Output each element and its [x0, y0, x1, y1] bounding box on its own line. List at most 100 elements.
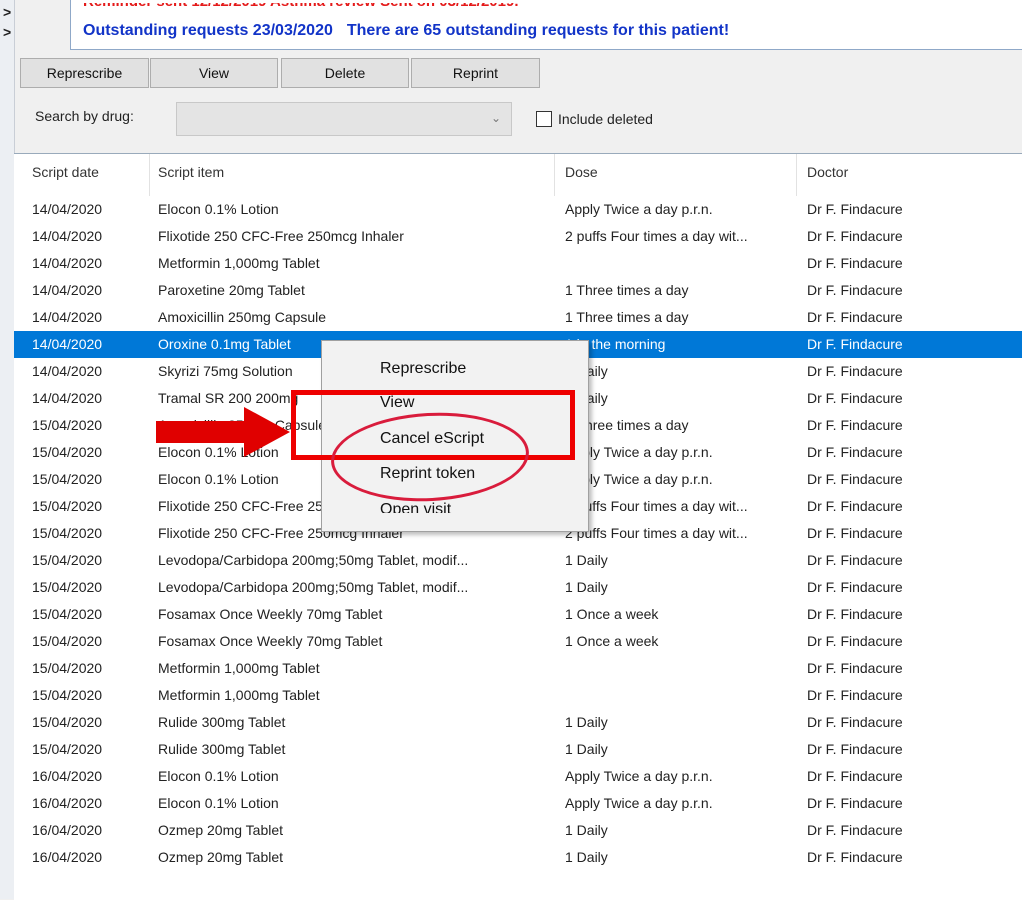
row-dose: 1 Daily	[565, 714, 608, 730]
row-dose: 1 Daily	[565, 822, 608, 838]
column-separator[interactable]	[554, 154, 555, 196]
table-row[interactable]: 14/04/2020 Elocon 0.1% Lotion Apply Twice …	[14, 196, 1022, 223]
outstanding-requests-label: Outstanding requests 23/03/2020	[83, 22, 333, 39]
row-script-date: 15/04/2020	[32, 579, 103, 595]
row-script-item: Metformin 1,000mg Tablet	[158, 687, 320, 703]
reminder-alert-line: Reminder sent 12/12/2019 Asthma review S…	[83, 0, 519, 10]
row-script-date: 15/04/2020	[32, 687, 103, 703]
row-dose: Apply Twice a day p.r.n.	[565, 201, 713, 217]
row-script-item: Skyrizi 75mg Solution	[158, 363, 293, 379]
row-script-date: 14/04/2020	[32, 363, 103, 379]
row-doctor: Dr F. Findacure	[807, 849, 903, 865]
row-script-date: 16/04/2020	[32, 849, 103, 865]
row-doctor: Dr F. Findacure	[807, 282, 903, 298]
table-row[interactable]: 15/04/2020 Fosamax Once Weekly 70mg Table…	[14, 628, 1022, 655]
table-row[interactable]: 15/04/2020 Rulide 300mg Tablet 1 Daily Dr F…	[14, 736, 1022, 763]
menu-item-represcribe[interactable]: Represcribe	[380, 360, 466, 378]
outstanding-requests-alert: Outstanding requests 23/03/2020 There are…	[83, 21, 729, 41]
table-row[interactable]: 14/04/2020 Paroxetine 20mg Tablet 1 Three …	[14, 277, 1022, 304]
row-doctor: Dr F. Findacure	[807, 309, 903, 325]
row-script-date: 15/04/2020	[32, 633, 103, 649]
table-row[interactable]: 16/04/2020 Elocon 0.1% Lotion Apply Twice …	[14, 790, 1022, 817]
row-doctor: Dr F. Findacure	[807, 795, 903, 811]
row-script-item: Levodopa/Carbidopa 200mg;50mg Tablet, mo…	[158, 579, 469, 595]
table-row[interactable]: 14/04/2020 Metformin 1,000mg Tablet Dr F. …	[14, 250, 1022, 277]
row-doctor: Dr F. Findacure	[807, 687, 903, 703]
row-dose: 1 Three times a day	[565, 282, 689, 298]
row-dose: 1 Daily	[565, 552, 608, 568]
row-script-date: 14/04/2020	[32, 201, 103, 217]
table-row[interactable]: 16/04/2020 Ozmep 20mg Tablet 1 Daily Dr F. …	[14, 817, 1022, 844]
row-script-item: Levodopa/Carbidopa 200mg;50mg Tablet, mo…	[158, 552, 469, 568]
column-separator[interactable]	[149, 154, 150, 196]
column-header-script-item[interactable]: Script item	[158, 164, 224, 180]
table-row[interactable]: 15/04/2020 Rulide 300mg Tablet 1 Daily Dr F…	[14, 709, 1022, 736]
row-script-date: 15/04/2020	[32, 525, 103, 541]
row-dose: 2 puffs Four times a day wit...	[565, 228, 748, 244]
column-header-script-date[interactable]: Script date	[32, 164, 99, 180]
row-script-date: 15/04/2020	[32, 498, 103, 514]
search-by-drug-combo[interactable]: ⌄	[176, 102, 512, 136]
patient-alert-box: Reminder sent 12/12/2019 Asthma review S…	[70, 0, 1022, 50]
left-marker-1: >	[3, 4, 12, 20]
menu-item-open-visit[interactable]: Open visit	[380, 501, 451, 513]
include-deleted-checkbox[interactable]	[536, 111, 552, 127]
table-row[interactable]: 16/04/2020 Ozmep 20mg Tablet 1 Daily Dr F. …	[14, 844, 1022, 871]
row-script-item: Ozmep 20mg Tablet	[158, 849, 284, 865]
represcribe-button[interactable]: Represcribe	[20, 58, 149, 88]
table-row[interactable]: 15/04/2020 Metformin 1,000mg Tablet Dr F. …	[14, 655, 1022, 682]
row-dose: 2 puffs Four times a day wit...	[565, 525, 748, 541]
row-script-item: Ozmep 20mg Tablet	[158, 822, 284, 838]
table-row[interactable]: 14/04/2020 Flixotide 250 CFC-Free 250mcg …	[14, 223, 1022, 250]
row-doctor: Dr F. Findacure	[807, 363, 903, 379]
table-row[interactable]: 15/04/2020 Fosamax Once Weekly 70mg Table…	[14, 601, 1022, 628]
row-doctor: Dr F. Findacure	[807, 336, 903, 352]
row-script-item: Elocon 0.1% Lotion	[158, 768, 279, 784]
row-dose: 1 Daily	[565, 741, 608, 757]
view-button[interactable]: View	[150, 58, 278, 88]
table-row[interactable]: 15/04/2020 Levodopa/Carbidopa 200mg;50mg …	[14, 547, 1022, 574]
row-doctor: Dr F. Findacure	[807, 579, 903, 595]
left-side-panel: > >	[0, 0, 15, 899]
row-script-item: Rulide 300mg Tablet	[158, 741, 286, 757]
row-script-date: 16/04/2020	[32, 795, 103, 811]
table-row[interactable]: 15/04/2020 Metformin 1,000mg Tablet Dr F. …	[14, 682, 1022, 709]
row-script-item: Oroxine 0.1mg Tablet	[158, 336, 291, 352]
row-script-date: 14/04/2020	[32, 228, 103, 244]
row-script-date: 16/04/2020	[32, 768, 103, 784]
chevron-down-icon[interactable]: ⌄	[491, 111, 501, 125]
row-dose: 1 Daily	[565, 849, 608, 865]
row-script-date: 15/04/2020	[32, 444, 103, 460]
row-script-date: 16/04/2020	[32, 822, 103, 838]
table-row[interactable]: 14/04/2020 Amoxicillin 250mg Capsule 1 Thr…	[14, 304, 1022, 331]
row-doctor: Dr F. Findacure	[807, 390, 903, 406]
table-row[interactable]: 16/04/2020 Elocon 0.1% Lotion Apply Twice …	[14, 763, 1022, 790]
row-script-item: Tramal SR 200 200mg	[158, 390, 299, 406]
row-script-item: Fosamax Once Weekly 70mg Tablet	[158, 606, 383, 622]
row-doctor: Dr F. Findacure	[807, 633, 903, 649]
row-dose: Apply Twice a day p.r.n.	[565, 768, 713, 784]
row-dose: 1 Once a week	[565, 633, 659, 649]
row-script-date: 15/04/2020	[32, 660, 103, 676]
include-deleted-label[interactable]: Include deleted	[558, 111, 653, 127]
row-doctor: Dr F. Findacure	[807, 741, 903, 757]
column-header-dose[interactable]: Dose	[565, 164, 598, 180]
row-script-item: Elocon 0.1% Lotion	[158, 201, 279, 217]
row-doctor: Dr F. Findacure	[807, 822, 903, 838]
row-doctor: Dr F. Findacure	[807, 471, 903, 487]
column-separator[interactable]	[796, 154, 797, 196]
column-header-doctor[interactable]: Doctor	[807, 164, 848, 180]
row-script-item: Elocon 0.1% Lotion	[158, 471, 279, 487]
row-script-date: 14/04/2020	[32, 255, 103, 271]
row-script-date: 15/04/2020	[32, 552, 103, 568]
reprint-button[interactable]: Reprint	[411, 58, 540, 88]
row-doctor: Dr F. Findacure	[807, 201, 903, 217]
row-doctor: Dr F. Findacure	[807, 606, 903, 622]
row-script-date: 15/04/2020	[32, 741, 103, 757]
row-doctor: Dr F. Findacure	[807, 498, 903, 514]
row-dose: 1 Three times a day	[565, 309, 689, 325]
delete-button[interactable]: Delete	[281, 58, 409, 88]
table-row[interactable]: 15/04/2020 Levodopa/Carbidopa 200mg;50mg …	[14, 574, 1022, 601]
row-script-date: 15/04/2020	[32, 417, 103, 433]
row-script-item: Amoxicillin 250mg Capsule	[158, 309, 327, 325]
